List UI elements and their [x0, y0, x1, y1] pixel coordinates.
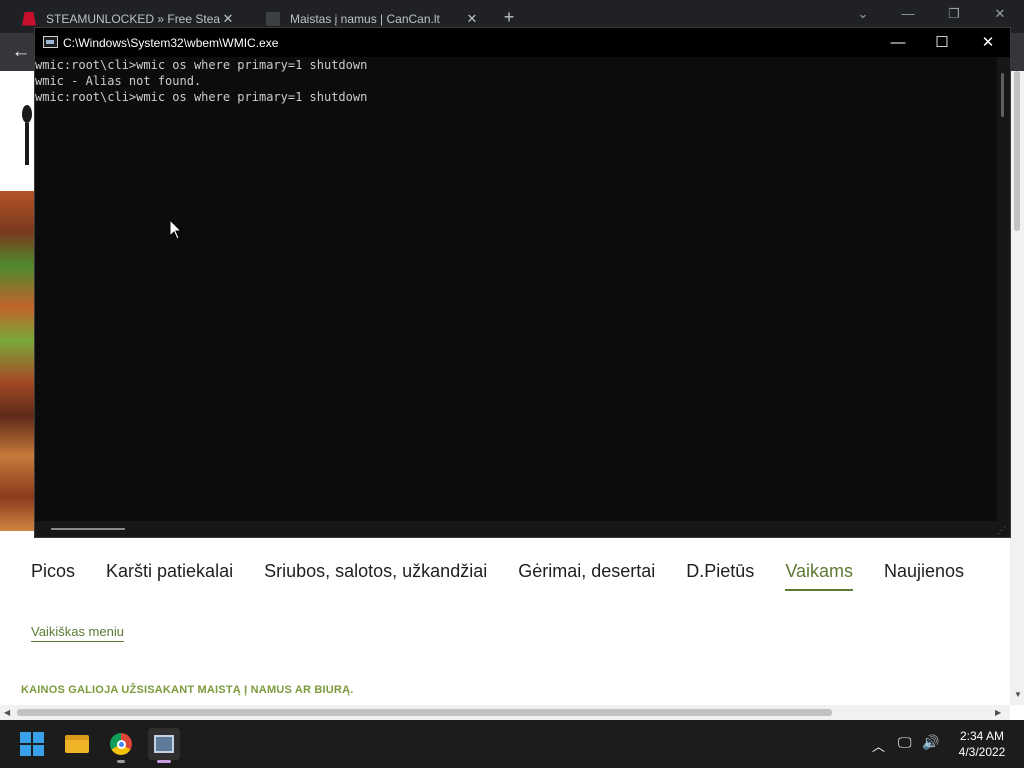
console-maximize-button[interactable]: ☐: [919, 28, 965, 57]
resize-grip-icon[interactable]: ⋰: [997, 525, 1006, 536]
console-output[interactable]: wmic:root\cli>wmic os where primary=1 sh…: [35, 57, 1001, 521]
console-vertical-scrollbar[interactable]: [997, 57, 1010, 521]
tab-search-icon[interactable]: ⌄: [853, 6, 873, 22]
page-vertical-scrollbar[interactable]: ▼: [1010, 71, 1024, 705]
food-image: [0, 191, 36, 531]
back-button[interactable]: ←: [10, 41, 32, 63]
clock-time: 2:34 AM: [959, 729, 1005, 743]
console-horizontal-scrollbar[interactable]: [35, 521, 1010, 537]
taskbar: [0, 720, 1024, 768]
category-nav: Picos Karšti patiekalai Sriubos, salotos…: [31, 551, 995, 591]
browser-close-icon[interactable]: ✕: [990, 6, 1010, 22]
scrollbar-thumb[interactable]: [51, 528, 125, 530]
category-picos[interactable]: Picos: [31, 551, 75, 591]
console-title: C:\Windows\System32\wbem\WMIC.exe: [63, 36, 279, 50]
console-line: wmic:root\cli>wmic os where primary=1 sh…: [35, 58, 368, 72]
scroll-left-arrow-icon[interactable]: ◀: [4, 708, 10, 717]
scrollbar-thumb[interactable]: [17, 709, 832, 716]
scrollbar-thumb[interactable]: [1001, 73, 1004, 117]
running-indicator: [117, 760, 125, 763]
system-clock[interactable]: 2:34 AM 4/3/2022: [940, 728, 1024, 760]
new-tab-button[interactable]: +: [500, 7, 518, 28]
steamunlocked-favicon-icon: [22, 11, 36, 26]
console-app-icon: [43, 36, 58, 48]
category-sriubos[interactable]: Sriubos, salotos, užkandžiai: [264, 551, 487, 591]
page-horizontal-scrollbar[interactable]: ◀ ▶: [0, 705, 1010, 720]
console-close-button[interactable]: ✕: [965, 28, 1011, 57]
mouse-pointer-icon: [170, 220, 182, 240]
browser-minimize-icon[interactable]: —: [898, 6, 918, 21]
file-explorer-icon[interactable]: [61, 728, 93, 760]
windows-start-icon[interactable]: [16, 728, 48, 760]
show-hidden-icons-chevron-icon[interactable]: ︿: [872, 736, 885, 755]
spoon-logo-icon: [22, 105, 32, 165]
console-titlebar[interactable]: C:\Windows\System32\wbem\WMIC.exe — ☐ ✕: [35, 28, 1010, 57]
category-karsti-patiekalai[interactable]: Karšti patiekalai: [106, 551, 233, 591]
category-vaikams[interactable]: Vaikams: [785, 551, 853, 591]
scrollbar-thumb[interactable]: [1014, 71, 1020, 231]
active-indicator: [157, 760, 171, 763]
category-gerimai[interactable]: Gėrimai, desertai: [518, 551, 655, 591]
console-line: wmic:root\cli>wmic os where primary=1 sh…: [35, 90, 368, 104]
browser-restore-icon[interactable]: ❐: [944, 6, 964, 22]
clock-date: 4/3/2022: [958, 745, 1006, 759]
category-naujienos[interactable]: Naujienos: [884, 551, 964, 591]
tab-close-icon[interactable]: ✕: [464, 11, 480, 27]
submenu-link[interactable]: Vaikiškas meniu: [31, 624, 124, 642]
category-dpietus[interactable]: D.Pietūs: [686, 551, 754, 591]
wmic-console-window[interactable]: C:\Windows\System32\wbem\WMIC.exe — ☐ ✕ …: [34, 27, 1011, 538]
network-icon[interactable]: 🖵: [898, 734, 912, 751]
wmic-console-icon[interactable]: [148, 728, 180, 760]
chrome-icon[interactable]: [105, 728, 137, 760]
cancan-favicon-icon: [266, 11, 280, 26]
price-notice: KAINOS GALIOJA UŽSISAKANT MAISTĄ Į NAMUS…: [21, 684, 354, 696]
scroll-down-arrow-icon[interactable]: ▼: [1014, 690, 1022, 699]
tab-label: STEAMUNLOCKED » Free Steam: [46, 11, 220, 26]
console-minimize-button[interactable]: —: [875, 28, 921, 57]
tab-close-icon[interactable]: ✕: [220, 11, 236, 27]
scroll-right-arrow-icon[interactable]: ▶: [995, 708, 1001, 717]
tab-label: Maistas į namus | CanCan.lt: [290, 11, 440, 26]
console-line: wmic - Alias not found.: [35, 74, 202, 88]
volume-icon[interactable]: 🔊: [922, 734, 939, 751]
